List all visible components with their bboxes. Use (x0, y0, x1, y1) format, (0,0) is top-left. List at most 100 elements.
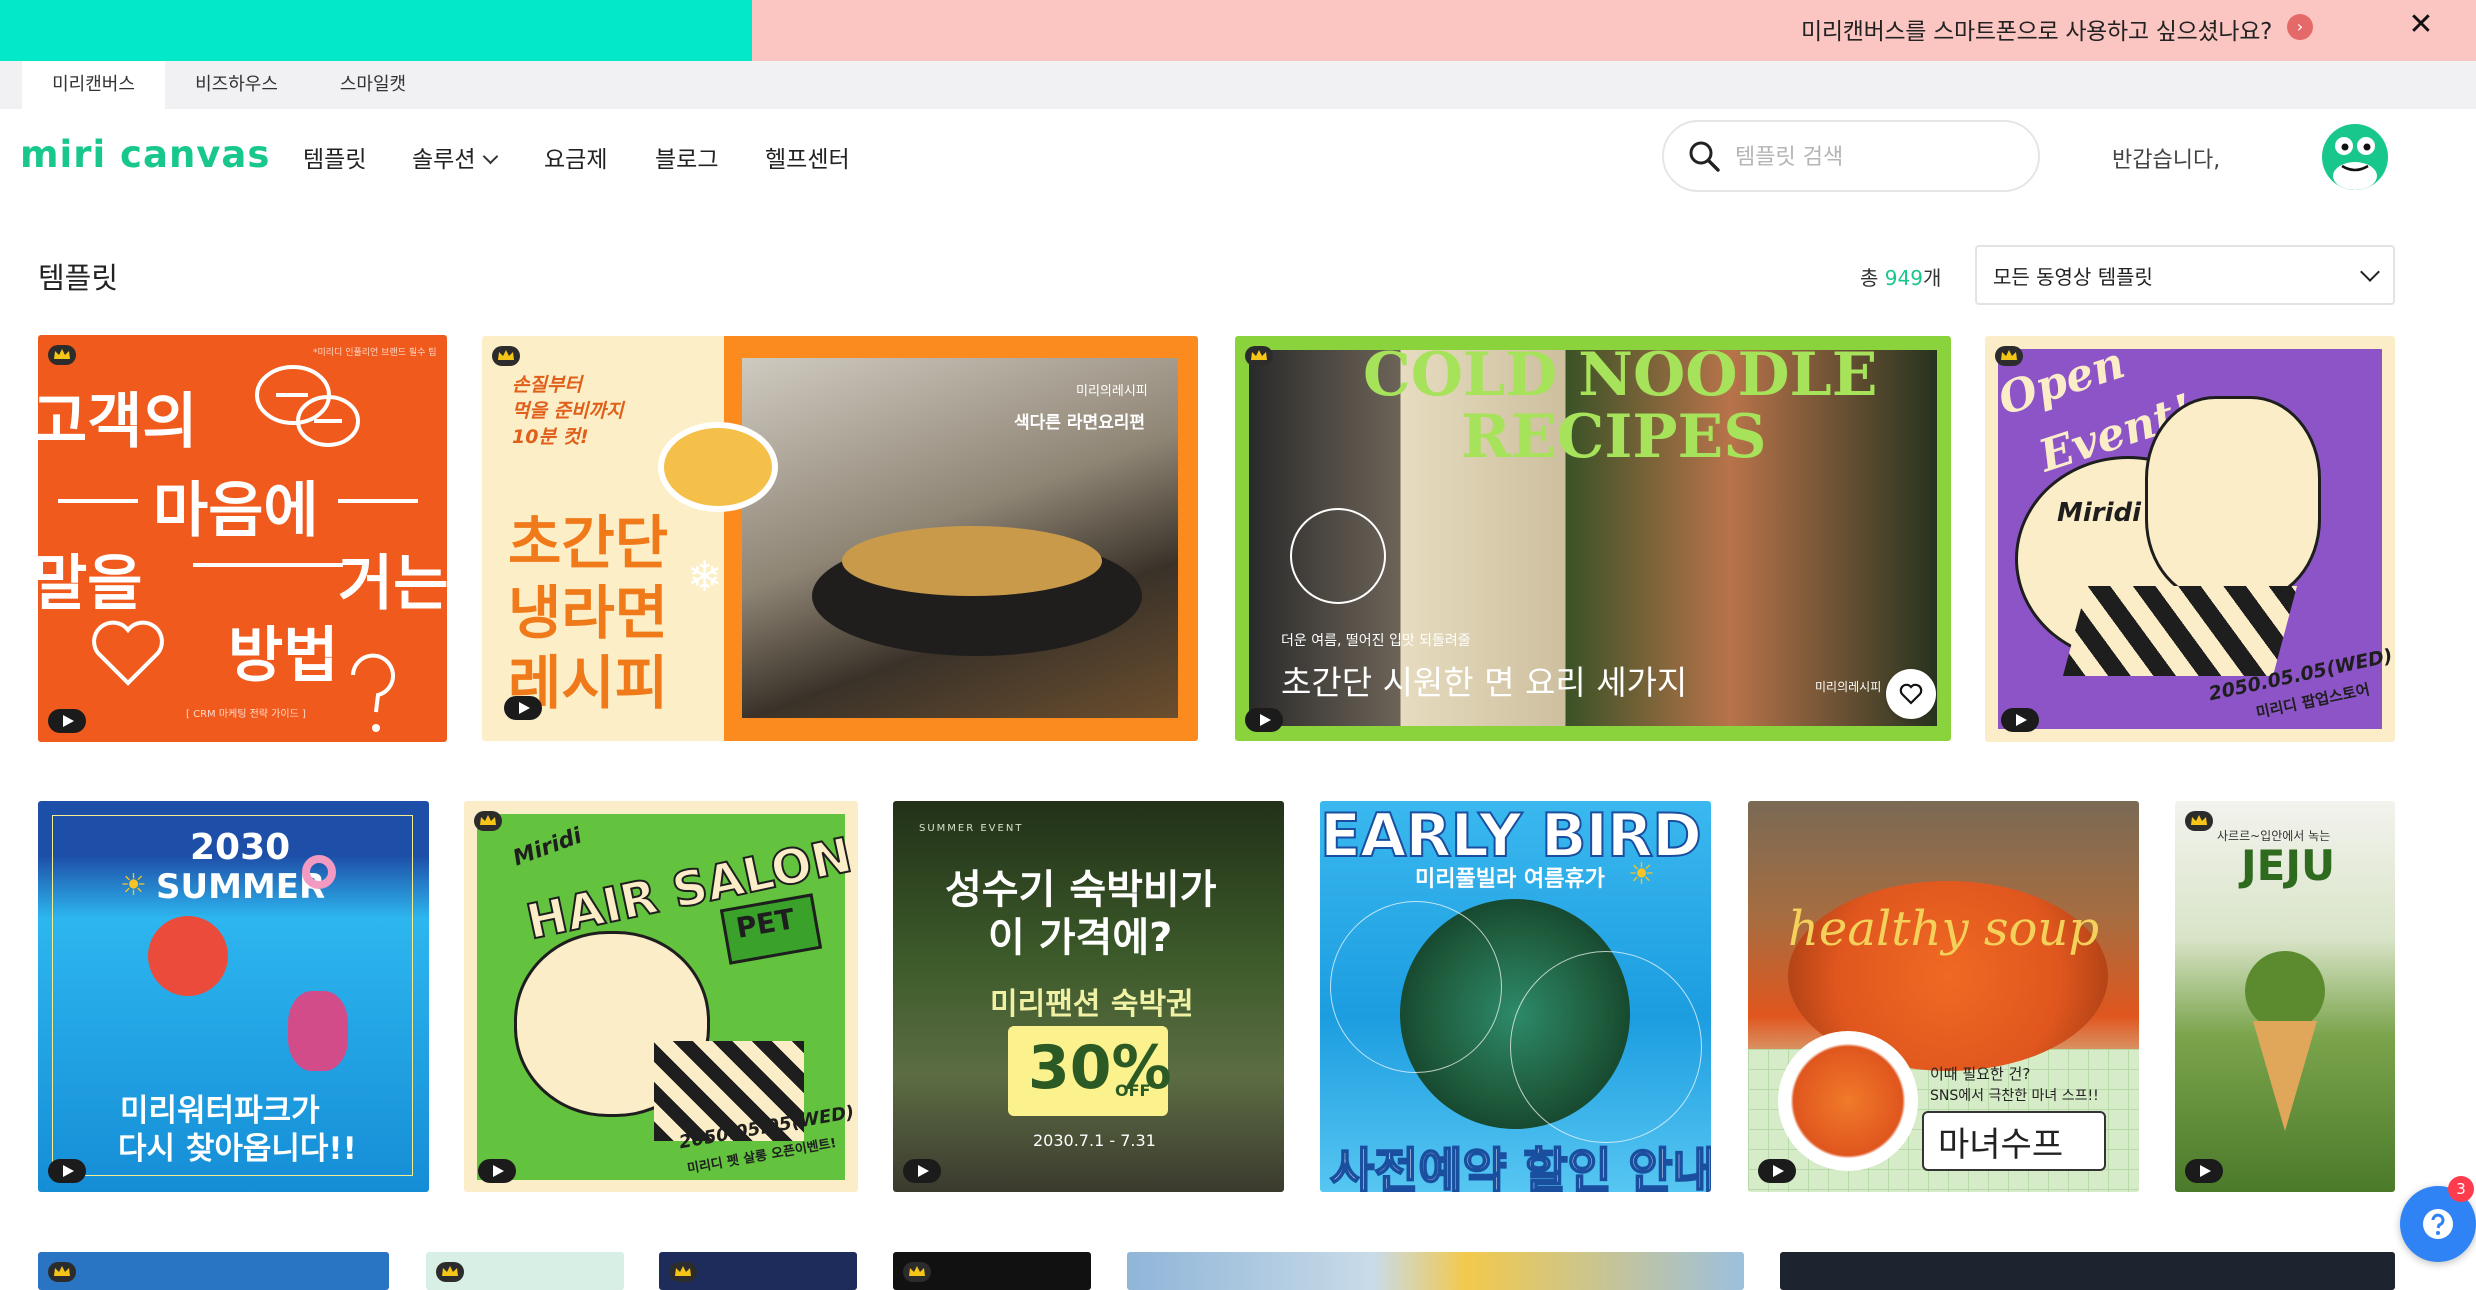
card-brand: 미리의레시피 (1076, 384, 1148, 399)
banner-text[interactable]: 미리캔버스를 스마트폰으로 사용하고 싶으셨나요? (1801, 12, 2272, 46)
video-play-icon (1245, 708, 1283, 732)
card-caption: 색다른 라면요리편 (1014, 413, 1146, 433)
video-play-icon (48, 709, 86, 733)
card-title-line: 사전예약 할인 안내 (1329, 1142, 1711, 1192)
card-title-line: 이 가격에? (988, 915, 1173, 961)
app-banner-accent (0, 0, 752, 61)
frog-avatar-icon (2333, 137, 2377, 190)
search-input[interactable] (1733, 138, 2027, 176)
checker-pattern (2062, 586, 2298, 676)
sun-icon: ☀ (120, 868, 147, 903)
nav-blog[interactable]: 블로그 (655, 140, 718, 174)
nav-solutions-label: 솔루션 (412, 147, 476, 173)
card-title-line: 미리팬션 숙박권 (990, 987, 1194, 1022)
crown-icon (1995, 346, 2023, 366)
speech-bubble-icon (255, 365, 360, 447)
snowflake-icon: ❄ (687, 552, 723, 601)
nav-pricing[interactable]: 요금제 (544, 140, 607, 174)
card-brand: Miridi (2057, 498, 2142, 528)
template-card[interactable] (659, 1252, 857, 1290)
divider (193, 563, 343, 567)
nav-templates[interactable]: 템플릿 (303, 140, 366, 174)
help-question-icon (2423, 1209, 2453, 1239)
video-play-icon (903, 1159, 941, 1183)
total-number: 949 (1884, 266, 1923, 290)
video-play-icon (2185, 1159, 2223, 1183)
chevron-right-icon[interactable]: › (2287, 14, 2313, 40)
template-card[interactable] (893, 1252, 1091, 1290)
card-title-line: 방법 (228, 621, 339, 691)
heart-icon (1899, 683, 1923, 705)
video-play-icon (48, 1159, 86, 1183)
template-card[interactable] (426, 1252, 624, 1290)
template-card[interactable] (38, 1252, 389, 1290)
card-title-line: SUMMER (156, 867, 326, 907)
card-title-line: 말을 (38, 549, 143, 619)
card-title-line: 2030 (190, 827, 291, 868)
card-title-line: healthy soup (1788, 901, 2100, 957)
template-card[interactable] (1127, 1252, 1744, 1290)
card-title-line: COLD NOODLE (1363, 340, 1878, 410)
card-title-line: 마음에 (153, 476, 319, 546)
card-title-line: 고객의 (38, 387, 198, 457)
decorative-circle (1330, 901, 1502, 1073)
bowl-logo-icon (1290, 508, 1386, 604)
template-card[interactable]: 손질부터 먹을 준비까지 10분 컷! 초간단 냉라면 레시피 ❄ 미리의레시피… (482, 336, 1198, 741)
crown-icon (1245, 346, 1273, 366)
noodle-image (842, 526, 1102, 596)
card-subtitle: 먹을 준비까지 (512, 400, 624, 422)
template-card[interactable]: Open Event! Miridi 2050.05.05(WED) 미리디 팝… (1985, 336, 2395, 742)
card-title-line: 다시 찾아옵니다!! (118, 1131, 357, 1167)
template-card[interactable]: Miridi HAIR SALON PET 2050.05.05(WED) 미리… (464, 801, 858, 1192)
template-card[interactable]: 사르르~입안에서 녹는 JEJU (2175, 801, 2395, 1192)
template-card[interactable] (1780, 1252, 2395, 1290)
search-icon[interactable] (1686, 138, 1722, 174)
card-footer: [ CRM 마케팅 전략 가이드 ] (186, 709, 306, 720)
card-title-line: RECIPES (1461, 402, 1767, 472)
card-title-line: 초간단 시원한 면 요리 세가지 (1281, 663, 1688, 702)
service-tab-miricanvas[interactable]: 미리캔버스 (22, 61, 165, 109)
soup-bowl-image (1778, 1031, 1918, 1171)
video-play-icon (1758, 1159, 1796, 1183)
crown-icon (474, 811, 502, 831)
discount-label: OFF (1115, 1081, 1151, 1100)
swim-ring-icon (302, 855, 336, 889)
divider (58, 499, 138, 503)
card-subtitle: 이때 필요한 건? (1930, 1065, 2031, 1083)
total-suffix: 개 (1922, 266, 1942, 290)
sun-icon: ☀ (1628, 857, 1655, 892)
card-subtitle: 손질부터 (512, 374, 582, 396)
heart-icon (92, 620, 164, 686)
close-icon[interactable]: ✕ (2406, 10, 2436, 40)
divider (338, 499, 418, 503)
card-subtitle: 10분 컷! (512, 426, 589, 448)
crown-icon (903, 1262, 931, 1282)
notification-badge: 3 (2448, 1176, 2474, 1202)
ice-cream-cone (2253, 1021, 2317, 1131)
template-card[interactable]: SUMMER EVENT 성수기 숙박비가 이 가격에? 미리팬션 숙박권 30… (893, 801, 1284, 1192)
swimmer-image (148, 916, 228, 996)
template-card[interactable]: 2030 ☀ SUMMER 미리워터파크가 다시 찾아옵니다!! (38, 801, 429, 1192)
nav-helpcenter[interactable]: 헬프센터 (765, 140, 850, 174)
card-title-line: 마녀수프 (1938, 1125, 2064, 1165)
template-card[interactable]: *미리디 인풀리언 브랜드 필수 팁 고객의 마음에 말을 거는 방법 [ CR… (38, 335, 447, 742)
total-count: 총 949개 (1860, 262, 1941, 291)
dog-illustration (2145, 396, 2321, 602)
avatar[interactable] (2322, 124, 2388, 190)
page-title: 템플릿 (38, 261, 119, 295)
card-title-line: JEJU (2241, 841, 2336, 890)
template-card[interactable]: healthy soup 이때 필요한 건? SNS에서 극찬한 마녀 스프!!… (1748, 801, 2139, 1192)
swimmer-image (288, 991, 348, 1071)
favorite-button[interactable] (1886, 669, 1936, 719)
service-tab-bizhows[interactable]: 비즈하우스 (165, 61, 308, 109)
question-mark-icon (351, 653, 395, 732)
template-card[interactable]: COLD NOODLE RECIPES 더운 여름, 떨어진 입맛 되돌려줄 초… (1235, 336, 1951, 741)
filter-value: 모든 동영상 템플릿 (1993, 265, 2153, 289)
nav-solutions[interactable]: 솔루션 (412, 140, 499, 174)
logo[interactable]: miri canvas (20, 133, 270, 176)
template-card[interactable]: EARLY BIRD 미리풀빌라 여름휴가 ☀ 사전예약 할인 안내 (1320, 801, 1711, 1192)
ramen-bowl-image (658, 422, 778, 512)
service-tab-smilecat[interactable]: 스마일캣 (308, 61, 438, 109)
greeting-text: 반갑습니다, (2112, 148, 2221, 173)
crown-icon (436, 1262, 464, 1282)
